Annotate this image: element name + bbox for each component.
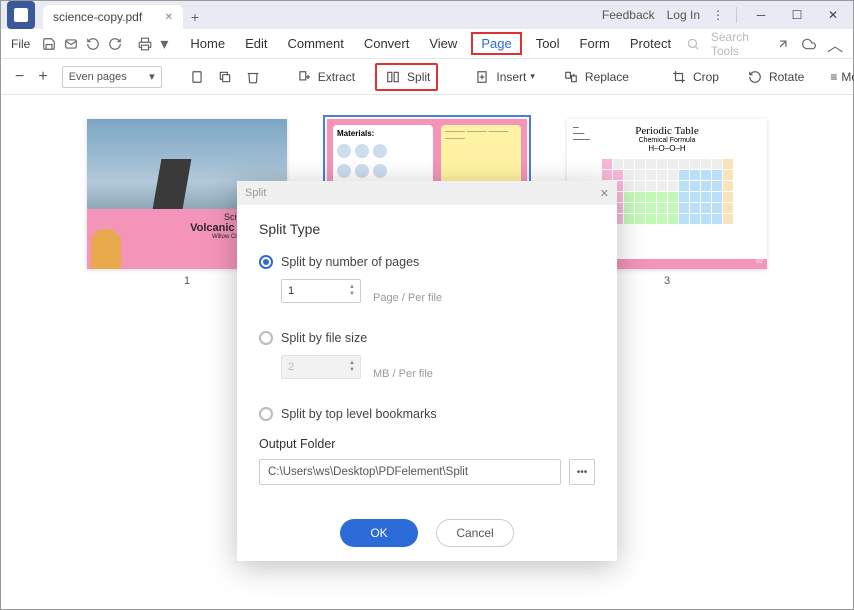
close-tab-icon[interactable]: ✕: [165, 12, 173, 23]
more-icon: ≡: [830, 70, 837, 84]
rotate-icon: [745, 67, 765, 87]
menu-page[interactable]: Page: [471, 32, 521, 55]
output-folder-label: Output Folder: [259, 437, 595, 451]
pages-count-input[interactable]: 1 ▲▼: [281, 279, 361, 303]
ok-button[interactable]: OK: [340, 519, 418, 547]
search-icon[interactable]: [685, 34, 701, 54]
more-label: More: [841, 70, 854, 84]
menu-convert[interactable]: Convert: [358, 34, 416, 53]
split-icon: [383, 67, 403, 87]
radio-by-size[interactable]: [259, 331, 273, 345]
dropdown-label: Even pages: [69, 71, 127, 83]
document-tab[interactable]: science-copy.pdf ✕: [43, 5, 183, 29]
menu-protect[interactable]: Protect: [624, 34, 677, 53]
menu-form[interactable]: Form: [574, 34, 616, 53]
split-dialog: Split ✕ Split Type Split by number of pa…: [237, 181, 617, 561]
dialog-title: Split: [245, 187, 266, 199]
zoom-in-icon[interactable]: +: [38, 67, 47, 87]
radio-by-size-label: Split by file size: [281, 331, 367, 345]
menu-tool[interactable]: Tool: [530, 34, 566, 53]
new-tab-button[interactable]: +: [183, 9, 207, 25]
divider: [736, 7, 737, 23]
thumb3-title: Periodic Table: [573, 125, 761, 137]
dialog-header[interactable]: Split ✕: [237, 181, 617, 205]
split-button[interactable]: Split: [375, 63, 438, 91]
share-icon[interactable]: [776, 34, 792, 54]
collapse-ribbon-icon[interactable]: ︿: [827, 34, 843, 54]
file-menu[interactable]: File: [11, 37, 30, 51]
app-logo: [7, 1, 35, 29]
radio-by-bookmarks-label: Split by top level bookmarks: [281, 407, 437, 421]
save-icon[interactable]: [42, 34, 56, 54]
pages-count-value: 1: [288, 285, 294, 297]
replace-button[interactable]: Replace: [555, 63, 635, 91]
print-icon[interactable]: [138, 34, 152, 54]
menu-view[interactable]: View: [423, 34, 463, 53]
page-box-icon[interactable]: [190, 67, 204, 87]
extract-button[interactable]: Extract: [288, 63, 361, 91]
rotate-label: Rotate: [769, 70, 804, 84]
crop-icon: [669, 67, 689, 87]
crop-button[interactable]: Crop: [663, 63, 725, 91]
print-dropdown-icon[interactable]: ▾: [160, 34, 168, 54]
delete-page-icon[interactable]: [246, 67, 260, 87]
cloud-icon[interactable]: [801, 34, 817, 54]
redo-icon[interactable]: [108, 34, 122, 54]
extract-icon: [294, 67, 314, 87]
size-value: 2: [288, 361, 294, 373]
kebab-menu-icon[interactable]: ⋮: [712, 8, 724, 22]
tab-title: science-copy.pdf: [53, 10, 142, 24]
search-placeholder[interactable]: Search Tools: [711, 30, 766, 58]
menubar: File ▾ Home Edit Comment Convert View Pa…: [1, 29, 853, 59]
extract-label: Extract: [318, 70, 355, 84]
pages-unit: Page / Per file: [373, 292, 442, 304]
insert-icon: [472, 67, 492, 87]
page-filter-dropdown[interactable]: Even pages ▾: [62, 66, 162, 88]
output-path-value: C:\Users\ws\Desktop\PDFelement\Split: [268, 466, 468, 478]
thumb3-sub: Chemical Formula: [573, 137, 761, 144]
mail-icon[interactable]: [64, 34, 78, 54]
insert-label: Insert: [496, 70, 526, 84]
replace-label: Replace: [585, 70, 629, 84]
maximize-button[interactable]: ☐: [785, 4, 809, 26]
size-unit: MB / Per file: [373, 368, 433, 380]
chevron-down-icon: ▾: [149, 70, 155, 83]
crop-label: Crop: [693, 70, 719, 84]
menu-edit[interactable]: Edit: [239, 34, 273, 53]
size-input: 2 ▲▼: [281, 355, 361, 379]
output-path-input[interactable]: C:\Users\ws\Desktop\PDFelement\Split: [259, 459, 561, 485]
browse-folder-button[interactable]: •••: [569, 459, 595, 485]
radio-by-pages-label: Split by number of pages: [281, 255, 419, 269]
toolbar: − + Even pages ▾ Extract Split Insert ▾ …: [1, 59, 853, 95]
menu-comment[interactable]: Comment: [281, 34, 349, 53]
radio-by-pages[interactable]: [259, 255, 273, 269]
login-link[interactable]: Log In: [667, 8, 700, 22]
menu-home[interactable]: Home: [184, 34, 231, 53]
radio-by-bookmarks[interactable]: [259, 407, 273, 421]
replace-icon: [561, 67, 581, 87]
insert-button[interactable]: Insert ▾: [466, 63, 541, 91]
undo-icon[interactable]: [86, 34, 100, 54]
thumb2-box-title: Materials:: [337, 129, 374, 138]
stepper-icon[interactable]: ▲▼: [346, 282, 358, 300]
close-window-button[interactable]: ✕: [821, 4, 845, 26]
split-label: Split: [407, 70, 430, 84]
dialog-close-icon[interactable]: ✕: [600, 187, 609, 200]
titlebar: science-copy.pdf ✕ + Feedback Log In ⋮ ─…: [1, 1, 853, 29]
thumb3-formula: H–O–O–H: [573, 144, 761, 153]
copy-page-icon[interactable]: [218, 67, 232, 87]
feedback-link[interactable]: Feedback: [602, 8, 655, 22]
rotate-button[interactable]: Rotate: [739, 63, 810, 91]
zoom-out-icon[interactable]: −: [15, 67, 24, 87]
minimize-button[interactable]: ─: [749, 4, 773, 26]
stepper-icon: ▲▼: [346, 358, 358, 376]
cancel-button[interactable]: Cancel: [436, 519, 514, 547]
chevron-down-icon: ▾: [530, 71, 535, 82]
more-button[interactable]: ≡ More ›: [824, 66, 854, 88]
split-type-heading: Split Type: [259, 221, 595, 237]
